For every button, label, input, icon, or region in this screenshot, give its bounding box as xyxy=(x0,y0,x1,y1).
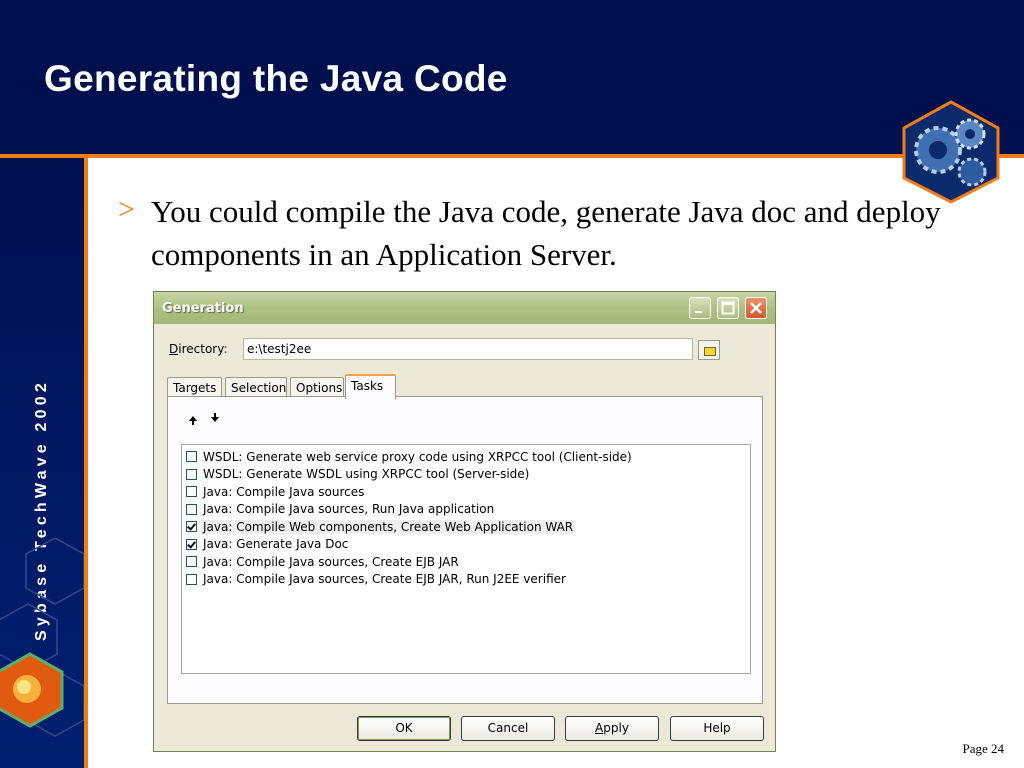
minimize-button[interactable] xyxy=(689,297,711,319)
apply-label: pply xyxy=(603,721,629,735)
task-item[interactable]: Java: Compile Java sources, Run Java app… xyxy=(182,501,750,519)
close-icon xyxy=(750,302,762,314)
directory-label: Directory: xyxy=(169,342,228,356)
task-label: Java: Compile Web components, Create Web… xyxy=(201,519,576,534)
sidebar: Sybase TechWave 2002 xyxy=(0,158,84,768)
tab-selection[interactable]: Selection xyxy=(225,377,287,398)
hex-pattern-icon xyxy=(0,538,84,737)
directory-label-text: irectory: xyxy=(178,342,228,356)
dialog-titlebar[interactable]: Generation xyxy=(154,292,775,324)
task-checkbox[interactable] xyxy=(186,521,197,533)
task-checkbox[interactable] xyxy=(186,486,197,498)
task-checkbox[interactable] xyxy=(186,468,197,480)
maximize-button[interactable] xyxy=(717,297,739,319)
task-label: Java: Compile Java sources xyxy=(203,484,365,499)
directory-label-accesskey: D xyxy=(169,342,179,356)
bullet-marker: > xyxy=(118,193,135,226)
close-button[interactable] xyxy=(745,297,767,319)
move-up-button[interactable] xyxy=(186,413,200,427)
slide-title: Generating the Java Code xyxy=(44,58,508,99)
task-checkbox[interactable] xyxy=(186,556,197,568)
task-label: WSDL: Generate WSDL using XRPCC tool (Se… xyxy=(203,467,530,482)
cancel-button[interactable]: Cancel xyxy=(461,716,555,741)
task-label: Java: Generate Java Doc xyxy=(203,537,349,552)
sidebar-divider xyxy=(84,154,88,768)
header-divider xyxy=(0,154,1024,158)
tab-targets[interactable]: Targets xyxy=(167,377,222,398)
ok-button[interactable]: OK xyxy=(357,716,451,741)
folder-icon xyxy=(704,347,716,356)
task-list[interactable]: WSDL: Generate web service proxy code us… xyxy=(181,444,751,674)
apply-button[interactable]: Apply xyxy=(565,716,659,741)
gear-emblem-icon xyxy=(902,100,1000,204)
browse-directory-button[interactable] xyxy=(698,340,720,360)
move-down-button[interactable] xyxy=(208,411,222,425)
task-item[interactable]: WSDL: Generate web service proxy code us… xyxy=(182,448,750,466)
dialog-title: Generation xyxy=(162,301,244,316)
minimize-icon xyxy=(695,311,702,313)
task-checkbox[interactable] xyxy=(186,451,197,463)
task-checkbox[interactable] xyxy=(186,573,197,585)
task-item[interactable]: Java: Compile Java sources xyxy=(182,483,750,501)
task-checkbox[interactable] xyxy=(186,503,197,515)
directory-input[interactable] xyxy=(243,338,693,360)
task-item[interactable]: WSDL: Generate WSDL using XRPCC tool (Se… xyxy=(182,466,750,484)
task-label: Java: Compile Java sources, Create EJB J… xyxy=(203,572,566,587)
task-label: Java: Compile Java sources, Create EJB J… xyxy=(203,554,459,569)
task-item[interactable]: Java: Compile Web components, Create Web… xyxy=(182,518,750,536)
generation-dialog: Generation Directory: Targets Selection … xyxy=(153,291,776,752)
tab-tasks[interactable]: Tasks xyxy=(345,374,396,399)
task-checkbox[interactable] xyxy=(186,538,197,550)
maximize-icon xyxy=(721,301,735,315)
help-button[interactable]: Help xyxy=(670,716,764,741)
tab-options[interactable]: Options xyxy=(290,377,344,398)
task-item[interactable]: Java: Compile Java sources, Create EJB J… xyxy=(182,571,750,589)
page-number: Page 24 xyxy=(962,741,1004,756)
arrow-down-icon xyxy=(211,413,219,422)
tasks-panel: WSDL: Generate web service proxy code us… xyxy=(167,396,763,704)
task-label: WSDL: Generate web service proxy code us… xyxy=(203,449,632,464)
bullet-text: You could compile the Java code, generat… xyxy=(151,194,941,272)
task-item[interactable]: Java: Generate Java Doc xyxy=(182,536,750,554)
task-item[interactable]: Java: Compile Java sources, Create EJB J… xyxy=(182,553,750,571)
arrow-up-icon xyxy=(189,416,197,425)
task-label: Java: Compile Java sources, Run Java app… xyxy=(203,502,495,517)
